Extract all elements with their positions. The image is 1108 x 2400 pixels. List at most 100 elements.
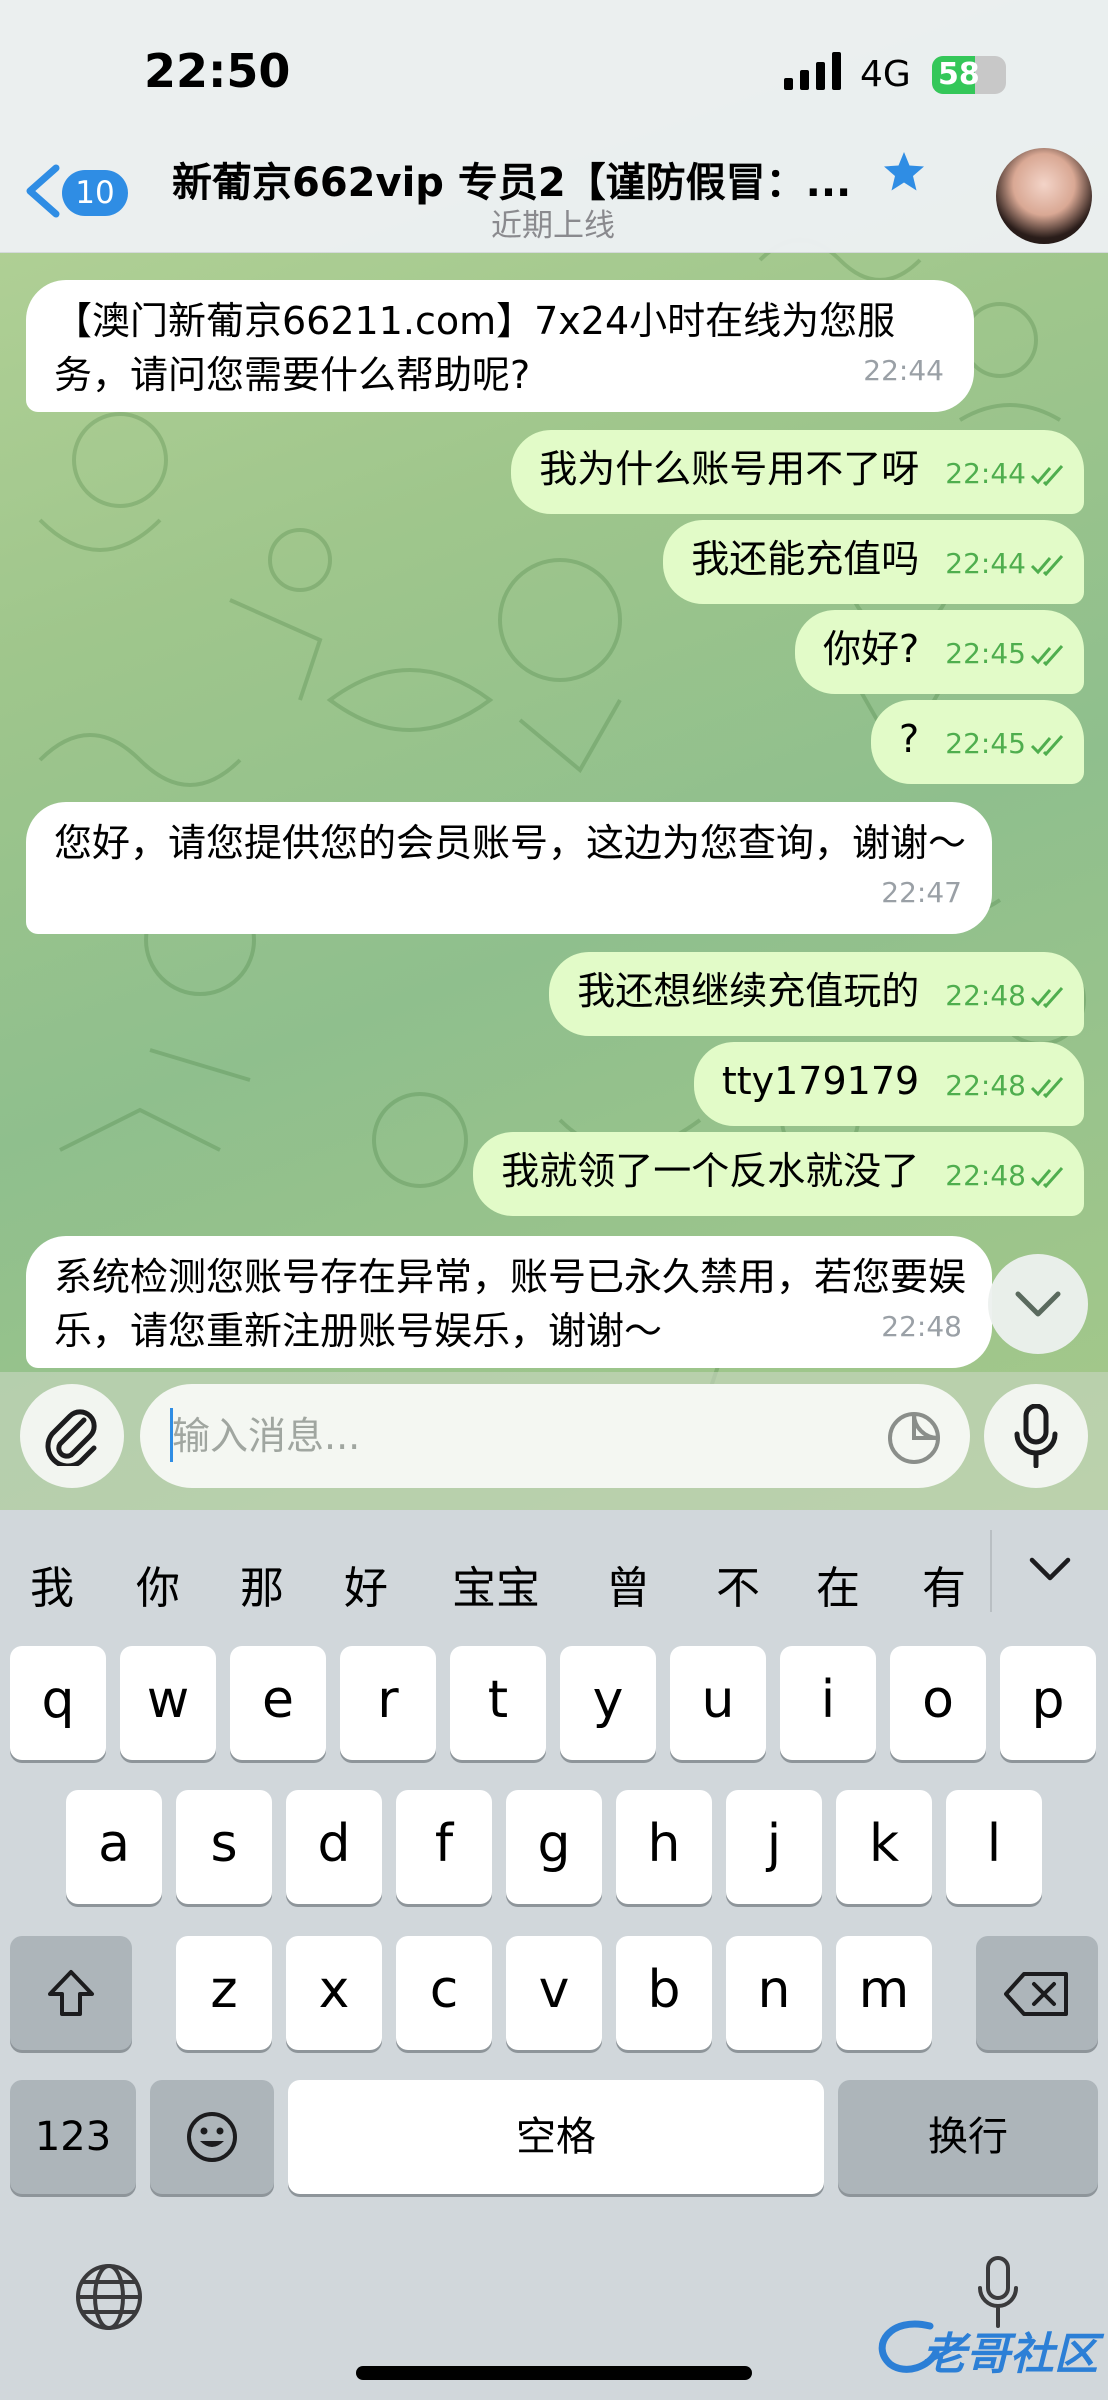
battery-icon: 58 — [932, 56, 1006, 94]
watermark-logo: 老哥社区 — [870, 2310, 1098, 2380]
read-ticks-icon — [1030, 1167, 1064, 1188]
key-o[interactable]: o — [890, 1646, 986, 1760]
watermark-text: 老哥社区 — [922, 2329, 1098, 2380]
home-indicator[interactable] — [356, 2366, 752, 2380]
time-label: 22:48 — [945, 979, 1026, 1012]
chevron-down-icon[interactable] — [1028, 1556, 1072, 1584]
battery-level: 58 — [938, 57, 980, 92]
key-l[interactable]: l — [946, 1790, 1042, 1904]
chevron-down-icon — [1015, 1291, 1061, 1317]
outgoing-message[interactable]: 我为什么账号用不了呀 22:44 — [511, 430, 1084, 514]
incoming-message[interactable]: 【澳门新葡京66211.com】7x24小时在线为您服务，请问您需要什么帮助呢?… — [26, 280, 974, 412]
back-chevron-icon[interactable] — [20, 164, 66, 218]
unread-count-badge[interactable]: 10 — [62, 170, 128, 216]
key-k[interactable]: k — [836, 1790, 932, 1904]
key-p[interactable]: p — [1000, 1646, 1096, 1760]
key-y[interactable]: y — [560, 1646, 656, 1760]
outgoing-message[interactable]: tty179179 22:48 — [693, 1042, 1084, 1126]
key-b[interactable]: b — [616, 1936, 712, 2050]
key-t[interactable]: t — [450, 1646, 546, 1760]
key-e[interactable]: e — [230, 1646, 326, 1760]
attach-button[interactable] — [20, 1384, 124, 1488]
incoming-message[interactable]: 您好，请您提供您的会员账号，这边为您查询，谢谢～ 22:47 — [26, 802, 992, 934]
message-text: 我还能充值吗 — [691, 537, 920, 581]
shift-icon — [48, 1970, 94, 2016]
message-text: 你好? — [823, 627, 920, 671]
text-caret — [170, 1408, 173, 1462]
outgoing-message[interactable]: 我还能充值吗 22:44 — [663, 520, 1084, 604]
outgoing-message[interactable]: 我还想继续充值玩的 22:48 — [549, 952, 1084, 1036]
last-seen-status: 近期上线 — [491, 208, 615, 244]
message-text: 我还想继续充值玩的 — [577, 969, 920, 1013]
read-ticks-icon — [1030, 555, 1064, 576]
key-s[interactable]: s — [176, 1790, 272, 1904]
time-label: 22:44 — [945, 547, 1026, 580]
time-label: 22:45 — [945, 637, 1026, 670]
message-input[interactable] — [140, 1384, 970, 1488]
message-time: 22:48 — [945, 974, 1066, 1018]
message-text: 您好，请您提供您的会员账号，这边为您查询，谢谢～ — [54, 821, 967, 865]
candidate-word[interactable]: 有 — [922, 1552, 966, 1616]
outgoing-message[interactable]: ? 22:45 — [871, 700, 1084, 784]
network-type: 4G — [860, 54, 911, 95]
outgoing-message[interactable]: 我就领了一个反水就没了 22:48 — [473, 1132, 1084, 1216]
message-time: 22:44 — [863, 354, 944, 387]
read-ticks-icon — [1030, 735, 1064, 756]
key-h[interactable]: h — [616, 1790, 712, 1904]
message-time: 22:47 — [881, 876, 962, 909]
sticker-icon[interactable] — [886, 1410, 942, 1466]
message-time: 22:45 — [945, 722, 1066, 766]
paperclip-icon — [45, 1409, 97, 1466]
message-text: 【澳门新葡京66211.com】7x24小时在线为您服务，请问您需要什么帮助呢? — [54, 299, 896, 397]
globe-icon[interactable] — [74, 2262, 144, 2332]
candidate-word[interactable]: 那 — [240, 1552, 284, 1616]
key-d[interactable]: d — [286, 1790, 382, 1904]
key-q[interactable]: q — [10, 1646, 106, 1760]
message-text: 我为什么账号用不了呀 — [539, 447, 920, 491]
incoming-message[interactable]: 系统检测您账号存在异常，账号已永久禁用，若您要娱乐，请您重新注册账号娱乐，谢谢～… — [26, 1236, 992, 1368]
key-n[interactable]: n — [726, 1936, 822, 2050]
key-u[interactable]: u — [670, 1646, 766, 1760]
key-i[interactable]: i — [780, 1646, 876, 1760]
key-f[interactable]: f — [396, 1790, 492, 1904]
read-ticks-icon — [1030, 465, 1064, 486]
key-x[interactable]: x — [286, 1936, 382, 2050]
emoji-key[interactable] — [150, 2080, 274, 2194]
backspace-icon — [1004, 1972, 1068, 2016]
candidate-word[interactable]: 曾 — [606, 1552, 650, 1616]
time-label: 22:45 — [945, 727, 1026, 760]
message-time: 22:48 — [881, 1310, 962, 1343]
key-j[interactable]: j — [726, 1790, 822, 1904]
key-m[interactable]: m — [836, 1936, 932, 2050]
key-a[interactable]: a — [66, 1790, 162, 1904]
message-time: 22:44 — [945, 452, 1066, 496]
premium-star-icon — [884, 152, 924, 191]
candidate-word[interactable]: 我 — [30, 1552, 74, 1616]
key-r[interactable]: r — [340, 1646, 436, 1760]
message-text: 我就领了一个反水就没了 — [501, 1149, 920, 1193]
candidate-word[interactable]: 在 — [816, 1552, 860, 1616]
key-z[interactable]: z — [176, 1936, 272, 2050]
return-key[interactable]: 换行 — [838, 2080, 1098, 2194]
outgoing-message[interactable]: 你好? 22:45 — [795, 610, 1084, 694]
contact-avatar[interactable] — [996, 148, 1092, 244]
key-c[interactable]: c — [396, 1936, 492, 2050]
cellular-signal-icon — [784, 52, 842, 90]
message-time: 22:45 — [945, 632, 1066, 676]
read-ticks-icon — [1030, 645, 1064, 666]
candidate-word[interactable]: 好 — [344, 1552, 388, 1616]
scroll-to-bottom-button[interactable] — [988, 1254, 1088, 1354]
candidate-divider — [990, 1530, 992, 1612]
time-label: 22:48 — [945, 1159, 1026, 1192]
candidate-word[interactable]: 不 — [716, 1552, 760, 1616]
delete-key[interactable] — [976, 1936, 1098, 2050]
candidate-word[interactable]: 你 — [136, 1552, 180, 1616]
space-key[interactable]: 空格 — [288, 2080, 824, 2194]
key-g[interactable]: g — [506, 1790, 602, 1904]
numbers-key[interactable]: 123 — [10, 2080, 136, 2194]
shift-key[interactable] — [10, 1936, 132, 2050]
candidate-word[interactable]: 宝宝 — [452, 1552, 540, 1616]
voice-record-button[interactable] — [984, 1384, 1088, 1488]
key-w[interactable]: w — [120, 1646, 216, 1760]
key-v[interactable]: v — [506, 1936, 602, 2050]
